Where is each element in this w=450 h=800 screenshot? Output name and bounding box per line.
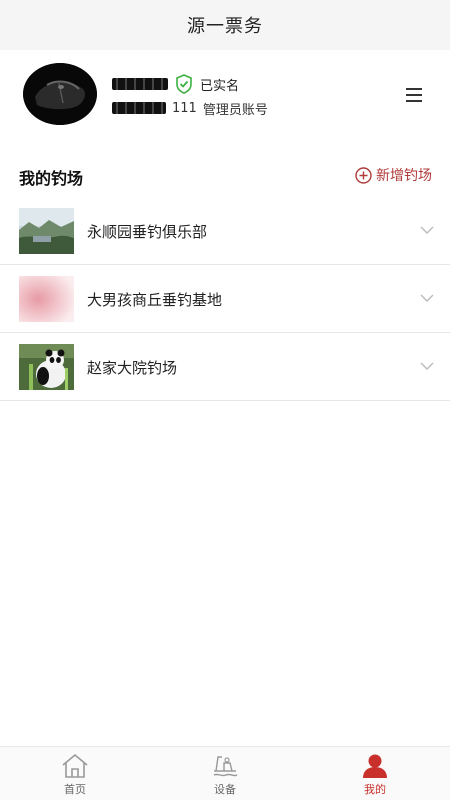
chevron-down-icon[interactable] [420, 359, 434, 373]
add-fishing-spot-label: 新增钓场 [376, 168, 432, 184]
fishing-spot-name: 永顺园垂钓俱乐部 [87, 223, 208, 241]
tab-profile[interactable]: 我的 [300, 747, 450, 800]
title-bar: 源一票务 [0, 0, 450, 50]
verified-shield-icon [176, 74, 192, 94]
fishing-spot-item[interactable]: 大男孩商丘垂钓基地 [0, 265, 450, 333]
section-header: 我的钓场 新增钓场 [0, 156, 450, 196]
menu-icon[interactable] [404, 86, 426, 104]
fishing-spot-name: 赵家大院钓场 [87, 359, 178, 377]
mouse-image [23, 63, 97, 125]
device-icon [213, 756, 238, 777]
add-fishing-spot-button[interactable]: 新增钓场 [355, 165, 432, 185]
page-title: 源一票务 [187, 16, 263, 37]
landscape-thumbnail [19, 208, 74, 254]
redacted-user-name [112, 78, 168, 90]
avatar[interactable] [23, 63, 97, 125]
bottom-tab-bar: 首页 设备 我的 [0, 746, 450, 800]
tab-home[interactable]: 首页 [0, 747, 150, 800]
panda-thumbnail [19, 344, 74, 390]
blurred-thumbnail [19, 276, 74, 322]
fishing-spot-name: 大男孩商丘垂钓基地 [87, 291, 223, 309]
chevron-down-icon[interactable] [420, 291, 434, 305]
account-type: 管理员账号 [202, 102, 268, 118]
account-id-suffix: 111 [172, 100, 197, 116]
chevron-down-icon[interactable] [420, 223, 434, 237]
fishing-spot-item[interactable]: 永顺园垂钓俱乐部 [0, 197, 450, 265]
tab-device[interactable]: 设备 [150, 747, 300, 800]
account-line: 111 管理员账号 [112, 98, 268, 118]
verified-label: 已实名 [200, 78, 240, 94]
fishing-spot-item[interactable]: 赵家大院钓场 [0, 333, 450, 401]
add-circle-icon [355, 166, 372, 184]
tab-home-label: 首页 [64, 783, 86, 796]
home-icon [62, 753, 88, 778]
user-name-line: 已实名 [112, 74, 239, 94]
tab-profile-label: 我的 [364, 783, 386, 796]
profile-icon [363, 754, 387, 778]
redacted-account-number [112, 102, 166, 114]
fishing-spot-list: 永顺园垂钓俱乐部 大男孩商丘垂钓基地 赵家大院钓场 [0, 197, 450, 401]
tab-device-label: 设备 [214, 783, 236, 796]
section-title: 我的钓场 [19, 169, 84, 188]
profile-header: 已实名 111 管理员账号 [0, 50, 450, 136]
